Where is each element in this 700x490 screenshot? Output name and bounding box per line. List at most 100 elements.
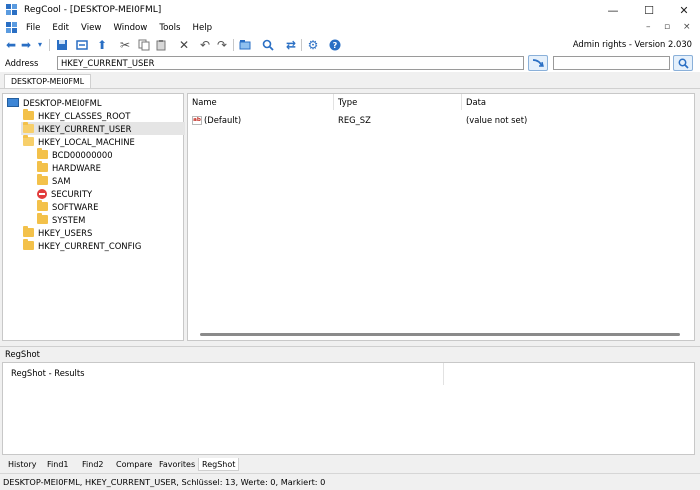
tab-find1[interactable]: Find1 bbox=[47, 458, 68, 471]
tree-item-sam[interactable]: SAM bbox=[37, 174, 70, 187]
tree-item-label: SECURITY bbox=[51, 188, 93, 199]
tree-item-hkey-current-user[interactable]: HKEY_CURRENT_USER bbox=[21, 122, 185, 135]
maximize-button[interactable]: ☐ bbox=[632, 0, 666, 20]
value-name-cell: ab (Default) bbox=[192, 114, 241, 127]
tree-item-label: HKEY_CURRENT_USER bbox=[38, 123, 132, 134]
mdi-restore-button[interactable]: ▫ bbox=[664, 22, 670, 32]
folder-icon bbox=[37, 174, 48, 185]
tree-item-label: SYSTEM bbox=[52, 214, 86, 225]
toolbar-separator bbox=[49, 39, 50, 51]
regshot-column-divider bbox=[443, 363, 444, 385]
tree-item-system[interactable]: SYSTEM bbox=[37, 213, 85, 226]
status-bar: DESKTOP-MEI0FML, HKEY_CURRENT_USER, Schl… bbox=[0, 473, 700, 490]
regshot-panel-header: RegShot bbox=[0, 346, 700, 360]
address-input[interactable] bbox=[57, 56, 524, 70]
table-row[interactable]: ab (Default) REG_SZ (value not set) bbox=[188, 114, 694, 127]
value-type: REG_SZ bbox=[338, 115, 371, 125]
mdi-minimize-button[interactable]: – bbox=[646, 22, 651, 32]
settings-icon[interactable]: ⚙ bbox=[306, 38, 320, 52]
folder-icon bbox=[23, 239, 34, 250]
back-icon[interactable]: ⬅ bbox=[4, 38, 18, 52]
tree-item-label: HKEY_CLASSES_ROOT bbox=[38, 110, 131, 121]
svg-text:?: ? bbox=[333, 41, 338, 50]
value-data: (value not set) bbox=[466, 115, 528, 125]
cut-icon[interactable]: ✂ bbox=[118, 38, 132, 52]
dropdown-icon[interactable]: ▾ bbox=[33, 38, 47, 52]
folder-icon bbox=[37, 148, 48, 159]
tab-favorites[interactable]: Favorites bbox=[159, 458, 195, 471]
search-icon bbox=[678, 58, 689, 69]
mdi-close-button[interactable]: × bbox=[683, 22, 691, 32]
close-button[interactable]: ✕ bbox=[667, 0, 700, 20]
save-icon[interactable] bbox=[55, 38, 69, 52]
minimize-button[interactable]: — bbox=[596, 0, 630, 20]
go-arrow-icon bbox=[532, 59, 544, 67]
up-icon[interactable]: ⬆ bbox=[95, 38, 109, 52]
tree-item-label: HKEY_CURRENT_CONFIG bbox=[38, 240, 142, 251]
tab-find2[interactable]: Find2 bbox=[82, 458, 103, 471]
no-access-icon bbox=[37, 188, 47, 199]
help-icon[interactable]: ? bbox=[328, 38, 342, 52]
menu-edit[interactable]: Edit bbox=[46, 23, 75, 33]
paste-icon[interactable] bbox=[154, 38, 168, 52]
string-value-icon: ab bbox=[192, 116, 202, 125]
column-header-data[interactable]: Data bbox=[462, 94, 696, 110]
tab-history[interactable]: History bbox=[8, 458, 36, 471]
tab-compare[interactable]: Compare bbox=[116, 458, 152, 471]
tree-item-label: HKEY_USERS bbox=[38, 227, 93, 238]
menu-file[interactable]: File bbox=[20, 23, 46, 33]
regshot-title: RegShot bbox=[5, 349, 40, 359]
regshot-results-label: RegShot - Results bbox=[11, 368, 85, 378]
search-input[interactable] bbox=[553, 56, 670, 70]
version-label: Admin rights - Version 2.030 bbox=[572, 39, 692, 49]
undo-icon[interactable]: ↶ bbox=[198, 38, 212, 52]
tree-item-hkey-local-machine[interactable]: HKEY_LOCAL_MACHINE bbox=[23, 135, 135, 148]
menu-help[interactable]: Help bbox=[187, 23, 219, 33]
forward-icon[interactable]: ➡ bbox=[19, 38, 33, 52]
tree-item-hkey-users[interactable]: HKEY_USERS bbox=[23, 226, 92, 239]
tree-item-software[interactable]: SOFTWARE bbox=[37, 200, 98, 213]
tree-root-label: DESKTOP-MEI0FML bbox=[23, 97, 102, 108]
tree-item-label: BCD00000000 bbox=[52, 149, 113, 160]
tab-regshot[interactable]: RegShot bbox=[198, 458, 240, 471]
toolbar-separator bbox=[301, 39, 302, 51]
registry-tree[interactable]: DESKTOP-MEI0FML HKEY_CLASSES_ROOT HKEY_C… bbox=[2, 93, 185, 341]
open-folder-icon bbox=[23, 135, 34, 146]
address-label: Address bbox=[5, 58, 39, 68]
computer-tab[interactable]: DESKTOP-MEI0FML bbox=[4, 74, 92, 88]
folder-icon bbox=[37, 161, 48, 172]
mdi-app-icon[interactable] bbox=[6, 22, 18, 34]
export-icon[interactable] bbox=[75, 38, 89, 52]
regshot-panel[interactable]: RegShot - Results bbox=[2, 362, 695, 455]
menu-view[interactable]: View bbox=[75, 23, 107, 33]
folder-icon bbox=[23, 226, 34, 237]
window-title: RegCool - [DESKTOP-MEI0FML] bbox=[24, 5, 162, 15]
menu-bar: File Edit View Window Tools Help bbox=[0, 20, 700, 36]
tree-item-hkey-classes-root[interactable]: HKEY_CLASSES_ROOT bbox=[23, 109, 130, 122]
menu-tools[interactable]: Tools bbox=[153, 23, 186, 33]
copy-icon[interactable] bbox=[137, 38, 151, 52]
find-icon[interactable] bbox=[261, 38, 275, 52]
tree-item-hkey-current-config[interactable]: HKEY_CURRENT_CONFIG bbox=[23, 239, 141, 252]
value-name: (Default) bbox=[204, 115, 242, 125]
address-bar: Address bbox=[0, 54, 700, 72]
tree-item-security[interactable]: SECURITY bbox=[37, 187, 92, 200]
tree-item-label: HARDWARE bbox=[52, 162, 101, 173]
value-list[interactable]: Name Type Data ab (Default) REG_SZ (value… bbox=[187, 93, 695, 341]
redo-icon[interactable]: ↷ bbox=[215, 38, 229, 52]
tree-item-label: HKEY_LOCAL_MACHINE bbox=[38, 136, 135, 147]
tree-item-hardware[interactable]: HARDWARE bbox=[37, 161, 101, 174]
tree-root[interactable]: DESKTOP-MEI0FML bbox=[7, 96, 102, 109]
column-header-name[interactable]: Name bbox=[188, 94, 334, 110]
title-bar: RegCool - [DESKTOP-MEI0FML] — ☐ ✕ bbox=[0, 0, 700, 20]
address-go-button[interactable] bbox=[528, 55, 548, 71]
menu-window[interactable]: Window bbox=[107, 23, 153, 33]
new-key-icon[interactable] bbox=[238, 38, 252, 52]
tree-item-bcd00000000[interactable]: BCD00000000 bbox=[37, 148, 113, 161]
tree-item-label: SOFTWARE bbox=[52, 201, 99, 212]
horizontal-scrollbar[interactable] bbox=[200, 333, 680, 336]
search-button[interactable] bbox=[673, 55, 693, 71]
delete-icon[interactable]: ✕ bbox=[177, 38, 191, 52]
refresh-icon[interactable]: ⇄ bbox=[284, 38, 298, 52]
column-header-type[interactable]: Type bbox=[334, 94, 462, 110]
